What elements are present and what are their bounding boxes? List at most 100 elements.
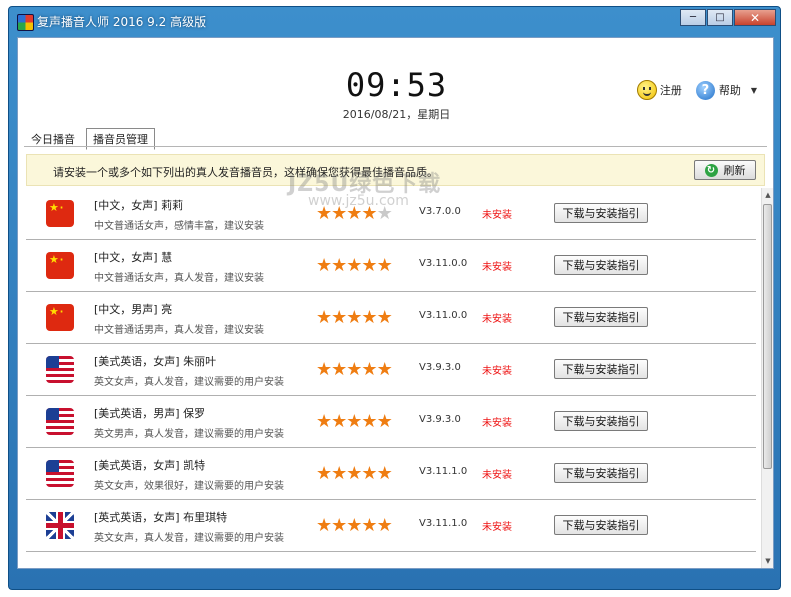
- register-button[interactable]: 注册: [636, 80, 682, 100]
- star-icon: ★: [376, 359, 393, 380]
- star-icon: ★: [361, 203, 377, 224]
- refresh-icon: ↻: [704, 163, 718, 177]
- help-label: 帮助: [718, 84, 741, 97]
- china-flag-icon: [46, 252, 74, 279]
- star-icon: ★: [346, 255, 362, 276]
- clock-date: 2016/08/21，星期日: [342, 108, 451, 121]
- china-flag-icon: [46, 304, 74, 331]
- help-button[interactable]: ? 帮助: [695, 80, 741, 100]
- uk-flag-icon: [46, 512, 74, 539]
- download-install-guide-button[interactable]: 下载与安装指引: [554, 255, 648, 275]
- china-flag-icon: [46, 200, 74, 227]
- download-install-guide-button[interactable]: 下载与安装指引: [554, 515, 648, 535]
- scroll-up-arrow-icon[interactable]: ▲: [763, 188, 773, 202]
- voice-description: 英文女声，真人发音，建议需要的用户安装: [94, 377, 284, 388]
- star-icon: ★: [331, 411, 347, 432]
- star-icon: ★: [376, 411, 393, 432]
- voice-description: 中文普通话女声，真人发音，建议安装: [94, 273, 264, 284]
- smiley-icon: [636, 80, 657, 100]
- maximize-button[interactable]: □: [707, 9, 733, 26]
- close-button[interactable]: ✕: [734, 9, 776, 26]
- voice-description: 英文男声，真人发音，建议需要的用户安装: [94, 429, 284, 440]
- usa-flag-icon: [46, 356, 74, 383]
- voice-version: V3.11.0.0: [419, 258, 468, 269]
- window-title: 复声播音人师 2016 9.2 高级版: [37, 15, 207, 29]
- voice-version: V3.11.1.0: [419, 466, 468, 477]
- title-bar[interactable]: 复声播音人师 2016 9.2 高级版 ─ □ ✕: [9, 7, 780, 35]
- voice-name: [美式英语，男声] 保罗: [94, 407, 206, 420]
- star-icon: ★: [376, 255, 393, 276]
- refresh-button[interactable]: ↻ 刷新: [694, 160, 756, 180]
- star-rating: ★★★★★: [316, 463, 393, 484]
- voice-row: [中文，女声] 莉莉中文普通话女声，感情丰富，建议安装 ★★★★★ V3.7.0.0…: [26, 188, 756, 240]
- star-icon: ★: [331, 463, 347, 484]
- star-icon: ★: [346, 411, 362, 432]
- voice-version: V3.11.0.0: [419, 310, 468, 321]
- chevron-down-icon[interactable]: ▼: [751, 86, 757, 95]
- voice-name: [美式英语，女声] 朱丽叶: [94, 355, 217, 368]
- voice-description: 中文普通话男声，真人发音，建议安装: [94, 325, 264, 336]
- star-icon: ★: [376, 203, 393, 224]
- usa-flag-icon: [46, 460, 74, 487]
- star-icon: ★: [316, 307, 332, 328]
- voice-row: [中文，女声] 慧中文普通话女声，真人发音，建议安装★★★★★V3.11.0.0…: [26, 240, 756, 292]
- main-panel: 09:53 2016/08/21，星期日 注册 ? 帮助 ▼ 今日播音 播音员管…: [17, 37, 774, 569]
- voice-row: [美式英语，女声] 朱丽叶 英文女声，真人发音，建议需要的用户安装 ★★★★★ V3.…: [26, 344, 756, 396]
- star-rating: ★★★★★: [316, 255, 393, 276]
- app-window: 复声播音人师 2016 9.2 高级版 ─ □ ✕ 09:53 2016/08/…: [8, 6, 781, 590]
- star-icon: ★: [346, 307, 362, 328]
- scroll-down-arrow-icon[interactable]: ▼: [763, 554, 773, 568]
- install-status: 未安装: [482, 470, 512, 481]
- star-icon: ★: [316, 411, 332, 432]
- download-install-guide-button[interactable]: 下载与安装指引: [554, 307, 648, 327]
- scroll-thumb[interactable]: [763, 204, 772, 469]
- star-icon: ★: [331, 307, 347, 328]
- voice-name: [中文，男声] 亮: [94, 303, 173, 316]
- minimize-button[interactable]: ─: [680, 9, 706, 26]
- star-rating: ★★★★★: [316, 203, 393, 224]
- voice-row: [美式英语，女声] 凯特 英文女声，效果很好，建议需要的用户安装 ★★★★★ V3.1…: [26, 448, 756, 500]
- star-icon: ★: [316, 515, 332, 536]
- download-install-guide-button[interactable]: 下载与安装指引: [554, 359, 648, 379]
- top-actions: 注册 ? 帮助 ▼: [623, 80, 757, 100]
- install-status: 未安装: [482, 522, 512, 533]
- star-icon: ★: [346, 359, 362, 380]
- download-install-guide-button[interactable]: 下载与安装指引: [554, 411, 648, 431]
- usa-flag-icon: [46, 408, 74, 435]
- install-status: 未安装: [482, 314, 512, 325]
- star-icon: ★: [331, 359, 347, 380]
- star-icon: ★: [376, 307, 393, 328]
- star-rating: ★★★★★: [316, 411, 393, 432]
- voice-version: V3.11.1.0: [419, 518, 468, 529]
- app-logo-icon: [17, 14, 34, 31]
- star-icon: ★: [361, 411, 377, 432]
- star-icon: ★: [361, 359, 377, 380]
- voice-version: V3.7.0.0: [419, 206, 461, 217]
- register-label: 注册: [659, 84, 682, 97]
- star-icon: ★: [331, 203, 347, 224]
- star-rating: ★★★★★: [316, 307, 393, 328]
- download-install-guide-button[interactable]: 下载与安装指引: [554, 463, 648, 483]
- voice-version: V3.9.3.0: [419, 362, 461, 373]
- voice-name: [英式英语，女声] 布里琪特: [94, 511, 228, 524]
- star-icon: ★: [316, 255, 332, 276]
- star-icon: ★: [361, 307, 377, 328]
- install-status: 未安装: [482, 262, 512, 273]
- vertical-scrollbar[interactable]: ▲ ▼: [761, 188, 773, 568]
- voice-row: [美式英语，男声] 保罗 英文男声，真人发音，建议需要的用户安装 ★★★★★ V3.9…: [26, 396, 756, 448]
- voice-list: [中文，女声] 莉莉中文普通话女声，感情丰富，建议安装★★★★★V3.7.0.0…: [26, 188, 756, 568]
- star-rating: ★★★★★: [316, 515, 393, 536]
- download-install-guide-button[interactable]: 下载与安装指引: [554, 203, 648, 223]
- star-icon: ★: [346, 463, 362, 484]
- star-icon: ★: [376, 463, 393, 484]
- voice-name: [中文，女声] 慧: [94, 251, 173, 264]
- star-icon: ★: [316, 203, 332, 224]
- voice-name: [中文，女声] 莉莉: [94, 199, 184, 212]
- star-icon: ★: [331, 515, 347, 536]
- notice-text: 请安装一个或多个如下列出的真人发音播音员，这样确保您获得最佳播音品质。: [53, 166, 438, 179]
- voice-description: 中文普通话女声，感情丰富，建议安装: [94, 221, 264, 232]
- install-status: 未安装: [482, 418, 512, 429]
- star-icon: ★: [361, 515, 377, 536]
- install-status: 未安装: [482, 210, 512, 221]
- star-icon: ★: [376, 515, 393, 536]
